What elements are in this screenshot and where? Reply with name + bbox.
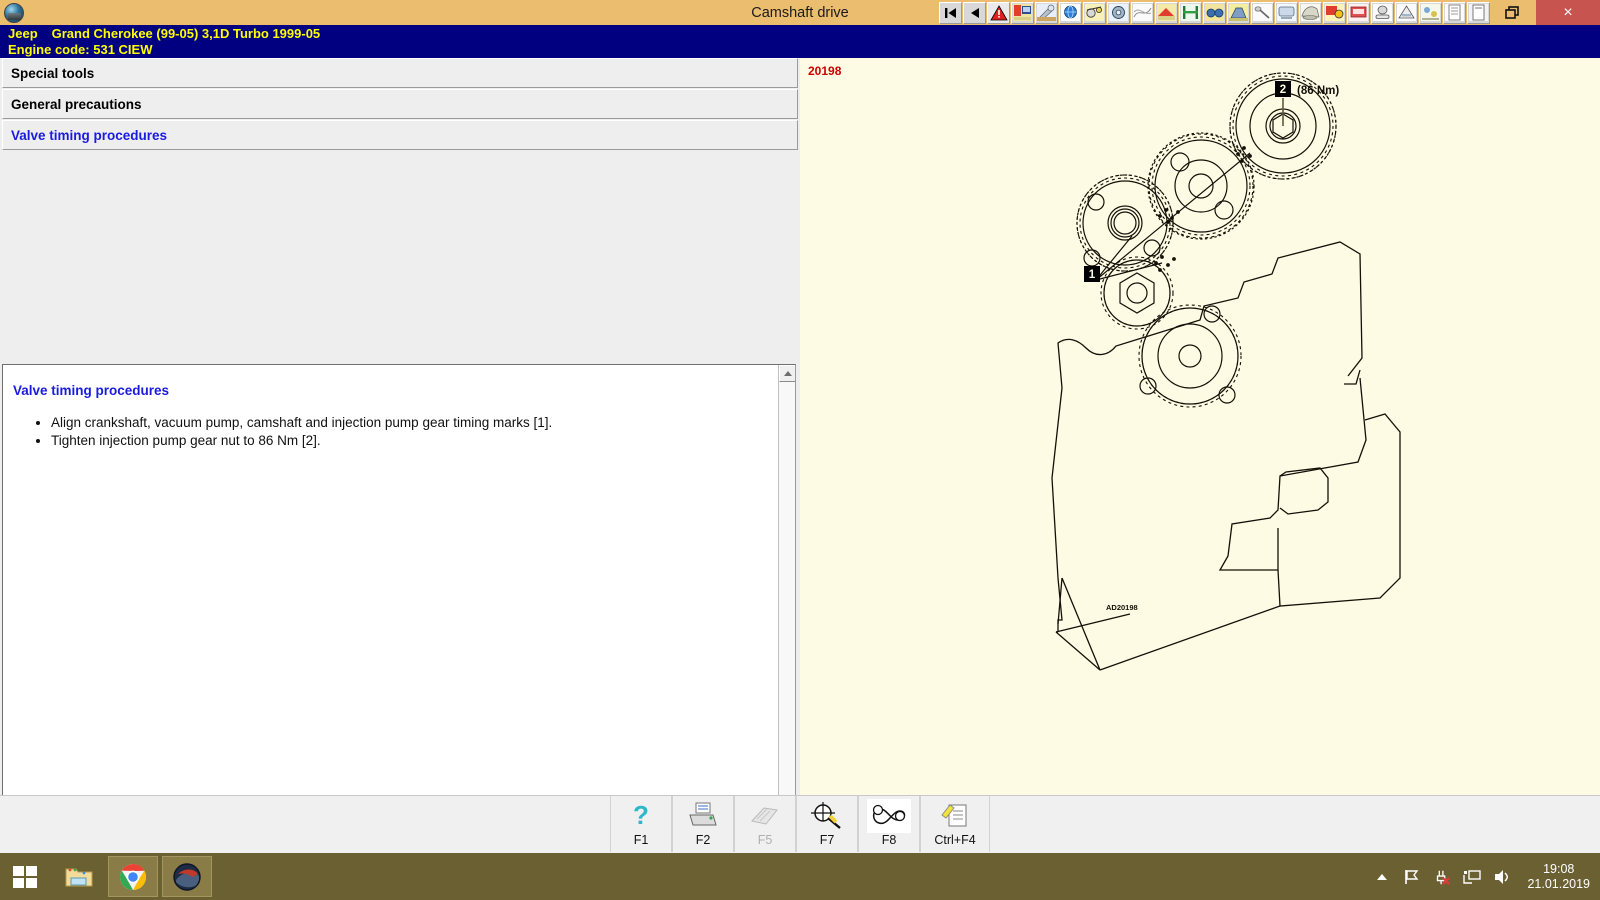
autodata-app-icon[interactable] [162,856,212,897]
service-schedule-icon[interactable] [1443,2,1466,24]
callout-1-leaders [1096,153,1250,280]
svg-text:2: 2 [1280,84,1286,96]
wheel-alignment-icon[interactable] [1107,2,1130,24]
first-record-icon[interactable] [939,2,962,24]
timing-belt-icon [867,799,911,833]
fkey-label: F8 [882,833,897,847]
print-document-icon[interactable] [1467,2,1490,24]
fkey-f1-help[interactable]: ? F1 [610,796,672,852]
content-pane: Valve timing procedures Align crankshaft… [2,364,796,853]
left-panel: Special tools General precautions Valve … [0,58,800,795]
volume-icon[interactable] [1493,868,1511,886]
clock-time: 19:08 [1527,862,1590,877]
vehicle-engine-code: Engine code: 531 CIEW [8,42,1600,58]
brake-system-icon[interactable] [1203,2,1226,24]
fkey-label: F2 [696,833,711,847]
list-item: Tighten injection pump gear nut to 86 Nm… [51,432,779,449]
window-controls: × [1490,0,1600,25]
suspension-icon[interactable] [1371,2,1394,24]
network-icon[interactable] [1463,868,1481,886]
search-magnifier-icon [810,799,844,833]
sidebar-item-label: Special tools [11,66,94,81]
fkey-label: Ctrl+F4 [934,833,975,847]
repair-times-icon[interactable] [1155,2,1178,24]
timing-marks [1154,146,1252,272]
book-icon [749,799,781,833]
app-icon [4,3,24,23]
fkey-ctrl-f4-notes[interactable]: Ctrl+F4 [920,796,990,852]
function-key-bar: ? F1 F2 F5 F7 F8 Ctrl+F4 [0,795,1600,853]
content-scrollbar[interactable] [778,365,795,852]
procedure-list: Align crankshaft, vacuum pump, camshaft … [13,414,779,449]
diagnostic-trouble-codes-icon[interactable] [1275,2,1298,24]
help-question-icon: ? [628,799,654,833]
fkey-f2-print[interactable]: F2 [672,796,734,852]
drawing-signature: AD20198 [1106,603,1138,612]
tyre-pressure-icon[interactable] [1347,2,1370,24]
camshaft-drive-diagram: 1 2 (86 Nm) AD20198 [800,58,1600,795]
key-programming-icon[interactable] [1251,2,1274,24]
warning-triangle-icon[interactable] [987,2,1010,24]
sidebar-item-label: Valve timing procedures [11,128,167,143]
vehicle-make: Jeep [8,26,38,42]
tree-empty-area [2,150,796,362]
service-wrench-icon[interactable] [1035,2,1058,24]
engine-belt-icon[interactable] [1083,2,1106,24]
warning-lamps-icon[interactable] [1419,2,1442,24]
close-window-button[interactable]: × [1536,0,1600,25]
airbag-icon[interactable] [1299,2,1322,24]
taskbar-clock[interactable]: 19:08 21.01.2019 [1527,862,1590,892]
sidebar-item-label: General precautions [11,97,142,112]
system-tray: 19:08 21.01.2019 [1373,853,1600,900]
restore-window-button[interactable] [1490,0,1536,25]
sidebar-item-special-tools[interactable]: Special tools [2,58,798,88]
technical-data-icon[interactable] [1011,2,1034,24]
fkey-label: F1 [634,833,649,847]
callout-2-torque-note: (86 Nm) [1297,85,1339,97]
fkey-f8-timing-belt[interactable]: F8 [858,796,920,852]
fkey-label: F5 [758,833,773,847]
callout-1-box: 1 [1084,266,1100,282]
main-toolbar [939,1,1490,24]
windows-taskbar: 19:08 21.01.2019 [0,853,1600,900]
gear-teeth [1077,73,1336,407]
sidebar-item-general-precautions[interactable]: General precautions [2,89,798,119]
air-conditioning-icon[interactable] [1323,2,1346,24]
sidebar-item-valve-timing-procedures[interactable]: Valve timing procedures [2,120,798,150]
svg-text:?: ? [633,801,649,830]
file-explorer-icon[interactable] [54,856,104,897]
fkey-f5-book[interactable]: F5 [734,796,796,852]
headlight-adjust-icon[interactable] [1395,2,1418,24]
usb-device-error-icon[interactable] [1433,868,1451,886]
fkey-label: F7 [820,833,835,847]
engine-management-icon[interactable] [1227,2,1250,24]
svg-text:1: 1 [1089,269,1096,281]
google-chrome-icon[interactable] [108,856,158,897]
globe-icon[interactable] [1059,2,1082,24]
wiring-diagram-icon[interactable] [1131,2,1154,24]
vehicle-header: Jeep Grand Cherokee (99-05) 3,1D Turbo 19… [0,25,1600,58]
vehicle-lift-icon[interactable] [1179,2,1202,24]
vehicle-model: Grand Cherokee (99-05) 3,1D Turbo 1999-0… [52,26,321,42]
callout-2-box: 2 [1275,81,1291,97]
content-title: Valve timing procedures [13,383,779,398]
scroll-up-button[interactable] [779,365,796,382]
flag-action-center-icon[interactable] [1403,868,1421,886]
notes-pencil-icon [939,799,971,833]
image-pane: 20198 [800,58,1600,795]
list-item: Align crankshaft, vacuum pump, camshaft … [51,414,779,431]
window-title-bar: Camshaft drive [0,0,1600,25]
windows-start-icon[interactable] [0,853,50,900]
previous-record-icon[interactable] [963,2,986,24]
clock-date: 21.01.2019 [1527,877,1590,892]
show-hidden-icons-chevron[interactable] [1373,868,1391,886]
fkey-f7-search[interactable]: F7 [796,796,858,852]
printer-icon [687,799,719,833]
